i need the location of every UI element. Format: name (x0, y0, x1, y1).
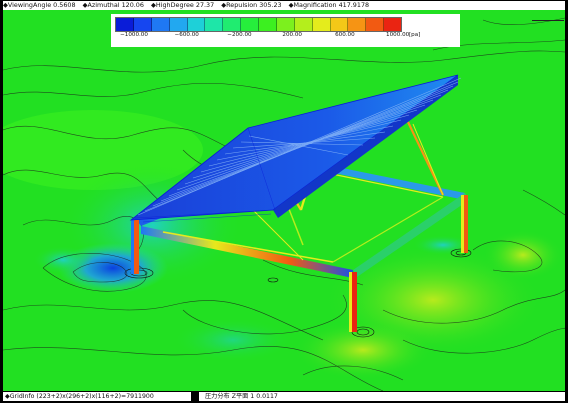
colorbar-tick-label: 600.00 (335, 32, 355, 38)
high-degree-readout: ◆HighDegree 27.37 (150, 1, 215, 9)
status-bar: ◆GridInfo (223+2)x(296+2)x(116+2)=791190… (3, 392, 565, 401)
colorbar-swatch (187, 18, 206, 31)
colorbar-swatch (205, 18, 224, 31)
colorbar-swatch (366, 18, 385, 31)
colorbar-swatch (223, 18, 242, 31)
repulsion-readout: ◆Repulsion 305.23 (221, 1, 282, 9)
colorbar-swatch (241, 18, 259, 31)
colorbar-swatch (169, 18, 188, 31)
colorbar-swatch (259, 18, 277, 31)
3d-viewport[interactable]: −1000.00 −600.00 −200.00 200.00 600.00 1000.0… (3, 10, 565, 391)
colorbar-tick-label: −600.00 (174, 32, 199, 38)
colorbar-gradient (115, 17, 402, 32)
colorbar-swatch (276, 18, 295, 31)
grid-info-text: ◆GridInfo (223+2)x(296+2)x(116+2)=791190… (3, 392, 191, 401)
colorbar-tick-label: −1000.00 (120, 32, 148, 38)
view-parameters-bar: ◆ViewingAngle 0.5608 ◆Azimuthal 120.06 ◆… (3, 1, 565, 10)
pressure-colorbar: −1000.00 −600.00 −200.00 200.00 600.00 1000.0… (111, 14, 564, 47)
legend-line (532, 20, 564, 21)
magnification-readout: ◆Magnification 417.9178 (288, 1, 370, 9)
colorbar-swatch (151, 18, 170, 31)
colorbar-swatch (330, 18, 349, 31)
colorbar-tick-label: −200.00 (227, 32, 252, 38)
colorbar-ticks: −1000.00 −600.00 −200.00 200.00 600.00 1000.0… (115, 32, 435, 42)
azimuth-readout: ◆Azimuthal 120.06 (82, 1, 144, 9)
colorbar-swatch (116, 18, 134, 31)
colorbar-swatch (294, 18, 313, 31)
colorbar-swatch (384, 18, 401, 31)
pressure-field-render (3, 10, 565, 391)
colorbar-swatch (133, 18, 152, 31)
colorbar-swatch (312, 18, 331, 31)
app-window: ◆ViewingAngle 0.5608 ◆Azimuthal 120.06 ◆… (0, 0, 568, 403)
colorbar-unit: [pa] (409, 32, 421, 38)
colorbar-tick-label: 200.00 (282, 32, 302, 38)
viewing-angle-readout: ◆ViewingAngle 0.5608 (3, 1, 76, 9)
pressure-plane-status: 圧力分布 Z平面 1 0.0117 (199, 392, 565, 401)
colorbar-tick-label: 1000.00 (386, 32, 410, 38)
colorbar-swatch (348, 18, 367, 31)
